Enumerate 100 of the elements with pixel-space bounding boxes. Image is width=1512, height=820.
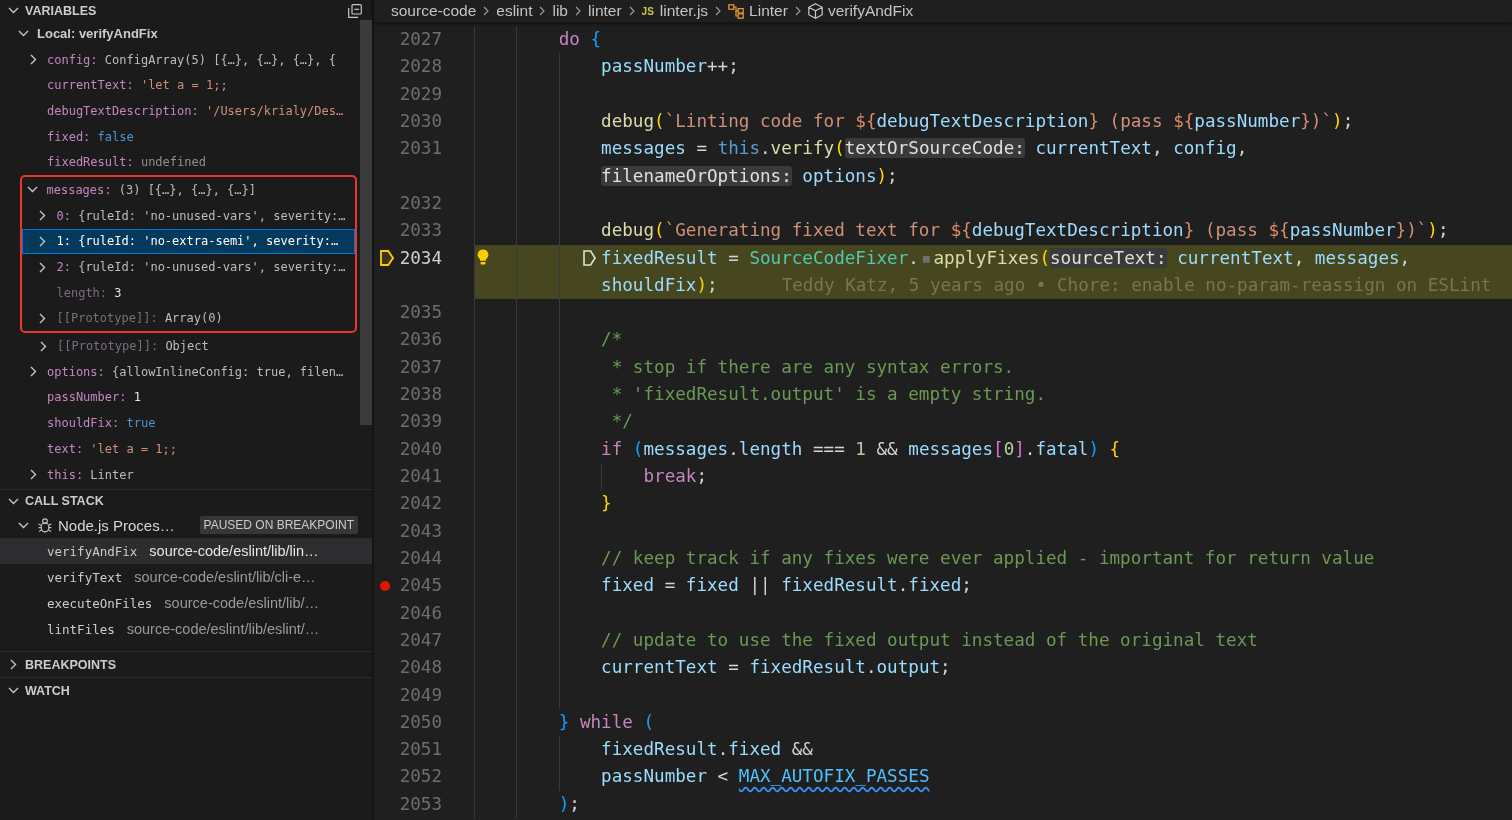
code-line: debug(`Linting code for ${debugTextDescription} (pass ${passNumber})`); bbox=[601, 109, 1354, 133]
line-number: 2028 bbox=[399, 56, 442, 77]
breadcrumb-item[interactable]: linter.js bbox=[659, 2, 709, 20]
code-line: if (messages.length === 1 && messages[0].fatal) { bbox=[601, 437, 1121, 461]
line-number: 2035 bbox=[399, 302, 442, 323]
chevron-right-icon[interactable] bbox=[39, 235, 46, 247]
code-line: fixedResult = SourceCodeFixer.▪applyFixes(sourceText: currentText, messages, bbox=[601, 246, 1411, 270]
chevron-right-icon bbox=[539, 6, 546, 16]
variable-row[interactable]: options: {allowInlineConfig: true, filen… bbox=[0, 358, 360, 385]
collapse-all-icon[interactable] bbox=[348, 3, 362, 18]
chevron-down-icon[interactable] bbox=[7, 7, 19, 14]
line-number: 2030 bbox=[399, 110, 442, 131]
chevron-down-icon[interactable] bbox=[17, 521, 29, 529]
chevron-right-icon[interactable] bbox=[29, 469, 37, 481]
line-number: 2027 bbox=[399, 29, 442, 49]
breadcrumb-item[interactable]: verifyAndFix bbox=[827, 2, 914, 20]
variable-row[interactable]: currentText: 'let a = 1;; bbox=[0, 72, 360, 99]
line-number: 2036 bbox=[399, 329, 442, 350]
line-number: 2040 bbox=[399, 438, 442, 459]
breadcrumb-item[interactable]: eslint bbox=[496, 2, 533, 20]
section-title[interactable]: CALL STACK bbox=[25, 494, 104, 508]
variable-row[interactable]: passNumber: 1 bbox=[0, 384, 360, 411]
variable-row[interactable]: shouldFix: true bbox=[0, 410, 360, 436]
chevron-down-icon[interactable] bbox=[7, 687, 19, 694]
code-line: messages = this.verify(textOrSourceCode: currentText, config, bbox=[601, 137, 1248, 161]
line-number: 2042 bbox=[399, 493, 442, 514]
code-line: ); bbox=[558, 792, 580, 816]
line-number: 2031 bbox=[399, 138, 442, 159]
line-number: 2041 bbox=[399, 466, 442, 486]
variable-row[interactable]: [[Prototype]]: Array(0) bbox=[22, 305, 355, 332]
code-line: // keep track if any fixes were ever applied - important for return value bbox=[601, 546, 1375, 570]
line-number: 2029 bbox=[399, 83, 442, 104]
chevron-down-icon[interactable] bbox=[17, 30, 29, 38]
chevron-right-icon[interactable] bbox=[29, 54, 37, 66]
breadcrumb-item[interactable]: source-code bbox=[391, 2, 477, 20]
lightbulb-icon[interactable] bbox=[477, 248, 489, 265]
variable-row[interactable]: [[Prototype]]: Object bbox=[0, 333, 360, 359]
breadcrumb-item[interactable]: linter bbox=[588, 2, 622, 20]
section-title[interactable]: VARIABLES bbox=[25, 3, 97, 18]
code-line: debug(`Generating fixed text for ${debugTextDescription} (pass ${passNumber})`); bbox=[601, 219, 1449, 243]
code-line: } while ( bbox=[558, 710, 655, 734]
stack-frame[interactable]: lintFiles source-code/eslint/lib/eslint/… bbox=[0, 616, 372, 642]
variable-row[interactable]: this: Linter bbox=[0, 461, 360, 488]
line-number: 2053 bbox=[399, 793, 442, 814]
cube-icon bbox=[807, 3, 823, 19]
variable-row[interactable]: debugTextDescription: '/Users/krialy/Des… bbox=[0, 98, 360, 124]
file-type-label: JS bbox=[641, 5, 654, 17]
line-number: 2032 bbox=[399, 192, 442, 213]
code-line: break; bbox=[643, 465, 708, 488]
chevron-right-icon[interactable] bbox=[9, 659, 17, 670]
chevron-right-icon[interactable] bbox=[29, 366, 37, 378]
section-title[interactable]: WATCH bbox=[25, 683, 70, 698]
line-number: 2043 bbox=[399, 520, 442, 541]
section-title[interactable]: BREAKPOINTS bbox=[25, 657, 116, 672]
session-label[interactable]: Node.js Proces… bbox=[58, 516, 175, 534]
variable-row[interactable]: config: ConfigArray(5) [{…}, {…}, {…}, { bbox=[0, 46, 360, 73]
line-number: 2047 bbox=[399, 629, 442, 650]
chevron-right-icon bbox=[575, 6, 581, 16]
line-number: 2051 bbox=[399, 739, 442, 760]
code-line: // update to use the fixed output instead of the original text bbox=[601, 628, 1258, 652]
pentagon-arrow-icon bbox=[583, 250, 597, 267]
chevron-down-icon[interactable] bbox=[27, 186, 38, 194]
code-line: } bbox=[601, 492, 612, 516]
line-number: 2033 bbox=[399, 220, 442, 241]
breadcrumb-item[interactable]: lib bbox=[552, 2, 568, 20]
bug-icon bbox=[38, 517, 52, 533]
scrollbar-thumb[interactable] bbox=[360, 20, 372, 425]
code-line: currentText = fixedResult.output; bbox=[601, 656, 951, 680]
chevron-right-icon[interactable] bbox=[39, 340, 47, 352]
chevron-right-icon bbox=[794, 6, 801, 16]
variable-row[interactable]: 1: {ruleId: 'no-extra-semi', severity:… bbox=[22, 228, 355, 255]
chevron-right-icon[interactable] bbox=[39, 312, 46, 324]
breakpoint-icon[interactable] bbox=[380, 580, 390, 591]
line-number: 2046 bbox=[399, 602, 442, 623]
status-badge: PAUSED ON BREAKPOINT bbox=[199, 516, 358, 534]
line-number: 2037 bbox=[399, 356, 442, 377]
code-line: shouldFix); bbox=[601, 273, 718, 297]
variable-row[interactable]: length: 3 bbox=[22, 279, 355, 306]
code-line: * 'fixedResult.output' is a empty string. bbox=[610, 383, 1046, 407]
variable-row[interactable]: 0: {ruleId: 'no-unused-vars', severity:… bbox=[22, 202, 355, 229]
chevron-right-icon bbox=[483, 6, 490, 16]
linked-boxes-icon bbox=[728, 3, 745, 19]
variable-row[interactable]: Local: verifyAndFix bbox=[0, 21, 360, 47]
code-line: /* bbox=[601, 328, 623, 352]
chevron-right-icon[interactable] bbox=[39, 261, 46, 273]
variable-row[interactable]: fixed: false bbox=[0, 123, 360, 150]
stack-frame[interactable]: executeOnFiles source-code/eslint/lib/… bbox=[0, 590, 372, 616]
variable-row[interactable]: text: 'let a = 1;; bbox=[0, 436, 360, 462]
stack-frame[interactable]: verifyAndFix source-code/eslint/lib/lin… bbox=[0, 538, 372, 564]
code-line: do { bbox=[558, 28, 602, 51]
variable-row[interactable]: 2: {ruleId: 'no-unused-vars', severity:… bbox=[22, 254, 355, 280]
code-line: fixedResult.fixed && bbox=[601, 738, 813, 762]
line-number: 2044 bbox=[399, 547, 442, 568]
stack-frame[interactable]: verifyText source-code/eslint/lib/cli-e… bbox=[0, 564, 372, 590]
code-line: passNumber < MAX_AUTOFIX_PASSES bbox=[601, 765, 930, 789]
breadcrumb-item[interactable]: Linter bbox=[749, 2, 788, 20]
chevron-down-icon[interactable] bbox=[7, 497, 19, 505]
variable-row[interactable]: fixedResult: undefined bbox=[0, 149, 360, 176]
chevron-right-icon[interactable] bbox=[39, 210, 46, 222]
variable-row[interactable]: messages: (3) [{…}, {…}, {…}] bbox=[22, 177, 355, 203]
